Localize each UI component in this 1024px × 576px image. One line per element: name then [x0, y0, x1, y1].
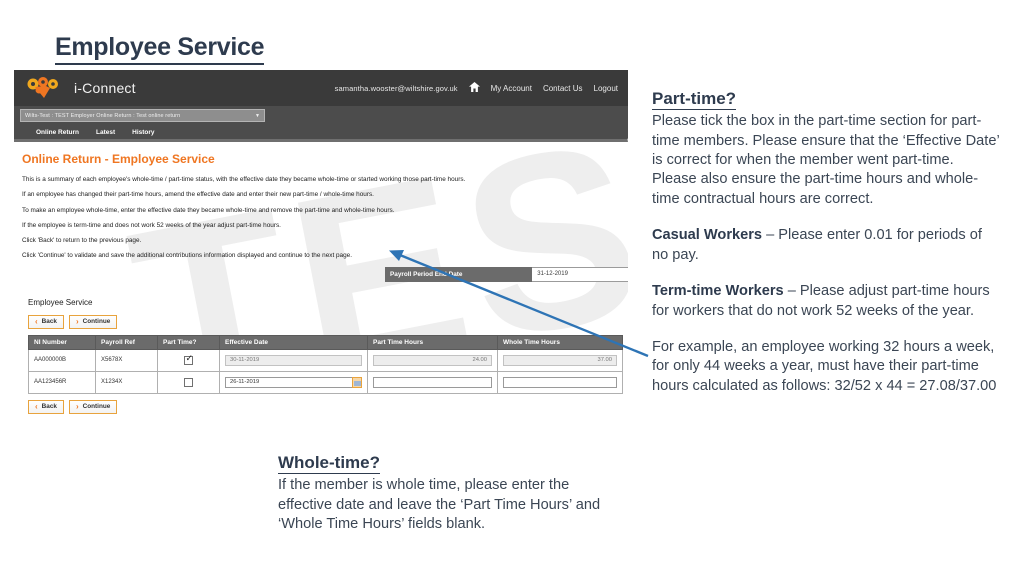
cell-ni-number: AA000000B [28, 348, 96, 372]
app-body: TEST Online Return - Employee Service Th… [14, 70, 628, 450]
back-button[interactable]: ‹ Back [28, 399, 64, 414]
chevron-down-icon: ▼ [254, 112, 260, 119]
instruction-line: This is a summary of each employee's who… [22, 176, 466, 183]
page-title: Employee Service [55, 33, 265, 65]
back-button-label: Back [41, 318, 57, 326]
whole-time-body: If the member is whole time, please ente… [278, 477, 601, 533]
back-button[interactable]: ‹ Back [28, 314, 64, 329]
part-time-hours-input[interactable]: 24.00 [373, 354, 492, 366]
part-time-hours-input[interactable] [373, 376, 492, 388]
part-time-checkbox[interactable] [184, 354, 193, 365]
cell-payroll-ref: X5678X [95, 348, 158, 372]
col-header-part-time: Part Time? [157, 334, 220, 350]
brand-name: i-Connect [74, 80, 136, 96]
organisation-select-value: Wilts-Test : TEST Employer Online Return… [25, 112, 181, 119]
header-right-group: samantha.wooster@wiltshire.gov.uk My Acc… [335, 82, 618, 94]
iconnect-logo-icon [26, 77, 66, 99]
table-row: AA000000B X5678X 30-11-2019 24.00 37.00 [28, 348, 623, 372]
term-time-workers-label: Term-time Workers [652, 283, 784, 300]
organisation-select[interactable]: Wilts-Test : TEST Employer Online Return… [20, 109, 265, 122]
online-return-heading: Online Return - Employee Service [22, 152, 215, 166]
casual-workers-note: Casual Workers – Please enter 0.01 for p… [652, 226, 1000, 265]
effective-date-input[interactable]: 26-11-2019 [225, 376, 353, 388]
nav-contact-us[interactable]: Contact Us [543, 84, 583, 93]
back-button-label: Back [41, 403, 57, 411]
col-header-whole-time-hours: Whole Time Hours [497, 334, 623, 350]
button-row-top: ‹ Back › Continue [28, 314, 620, 329]
part-time-heading: Part-time? [652, 88, 737, 111]
part-time-body: Please tick the box in the part-time sec… [652, 113, 1000, 207]
effective-date-input[interactable]: 30-11-2019 [225, 354, 362, 366]
employee-table: NI Number Payroll Ref Part Time? Effecti… [28, 334, 623, 394]
instruction-line: Click 'Back' to return to the previous p… [22, 237, 142, 245]
home-icon[interactable] [468, 82, 480, 94]
payroll-period-value: 31-12-2019 [532, 266, 628, 282]
col-header-effective-date: Effective Date [219, 334, 368, 350]
payroll-period-row: Payroll Period End Date 31-12-2019 [385, 266, 628, 282]
continue-button[interactable]: › Continue [68, 399, 118, 414]
calendar-icon[interactable] [351, 376, 362, 388]
notes-whole-time: Whole-time? If the member is whole time,… [278, 452, 618, 534]
cell-effective-date: 26-11-2019 [219, 370, 368, 394]
table-header-row: NI Number Payroll Ref Part Time? Effecti… [28, 334, 623, 350]
payroll-period-label: Payroll Period End Date [385, 266, 533, 282]
date-picker-group: 26-11-2019 [225, 376, 362, 388]
whole-time-hours-input[interactable] [503, 376, 617, 388]
cell-payroll-ref: X1234X [95, 370, 158, 394]
continue-button[interactable]: › Continue [68, 314, 118, 329]
chevron-right-icon: › [75, 401, 79, 411]
notes-right-column: Part-time? Please tick the box in the pa… [652, 88, 1000, 396]
col-header-part-time-hours: Part Time Hours [367, 334, 498, 350]
whole-time-heading: Whole-time? [278, 452, 380, 475]
cell-part-time-hours [367, 370, 498, 394]
nav-my-account[interactable]: My Account [491, 84, 532, 93]
cell-part-time [157, 348, 220, 372]
tab-latest[interactable]: Latest [96, 129, 115, 136]
whole-time-hours-input[interactable]: 37.00 [503, 354, 617, 366]
tab-history[interactable]: History [132, 129, 154, 136]
cell-whole-time-hours: 37.00 [497, 348, 623, 372]
table-row: AA123456R X1234X 26-11-2019 [28, 370, 623, 394]
col-header-ni-number: NI Number [28, 334, 96, 350]
casual-workers-label: Casual Workers [652, 227, 763, 244]
part-time-checkbox[interactable] [184, 377, 193, 387]
continue-button-label: Continue [82, 318, 111, 326]
user-email: samantha.wooster@wiltshire.gov.uk [334, 83, 458, 93]
chevron-right-icon: › [75, 316, 79, 326]
instruction-line: Click 'Continue' to validate and save th… [22, 252, 352, 260]
example-note: For example, an employee working 32 hour… [652, 338, 997, 394]
cell-whole-time-hours [497, 370, 623, 394]
cell-effective-date: 30-11-2019 [219, 348, 368, 372]
instruction-line: If the employee is term-time and does no… [22, 221, 281, 229]
instruction-line: To make an employee whole-time, enter th… [22, 206, 395, 214]
cell-ni-number: AA123456R [28, 370, 96, 394]
chevron-left-icon: ‹ [35, 316, 38, 326]
continue-button-label: Continue [82, 403, 111, 411]
col-header-payroll-ref: Payroll Ref [95, 334, 158, 350]
cell-part-time-hours: 24.00 [367, 348, 498, 372]
employee-service-section-title: Employee Service [28, 297, 93, 307]
iconnect-screenshot: i-Connect samantha.wooster@wiltshire.gov… [14, 70, 628, 450]
instruction-line: If an employee has changed their part-ti… [22, 191, 374, 199]
button-row-bottom: ‹ Back › Continue [28, 399, 620, 414]
chevron-left-icon: ‹ [35, 401, 38, 411]
app-content: Online Return - Employee Service This is… [22, 152, 628, 414]
term-time-workers-note: Term-time Workers – Please adjust part-t… [652, 282, 1000, 321]
cell-part-time [157, 370, 220, 394]
tab-online-return[interactable]: Online Return [36, 129, 79, 136]
